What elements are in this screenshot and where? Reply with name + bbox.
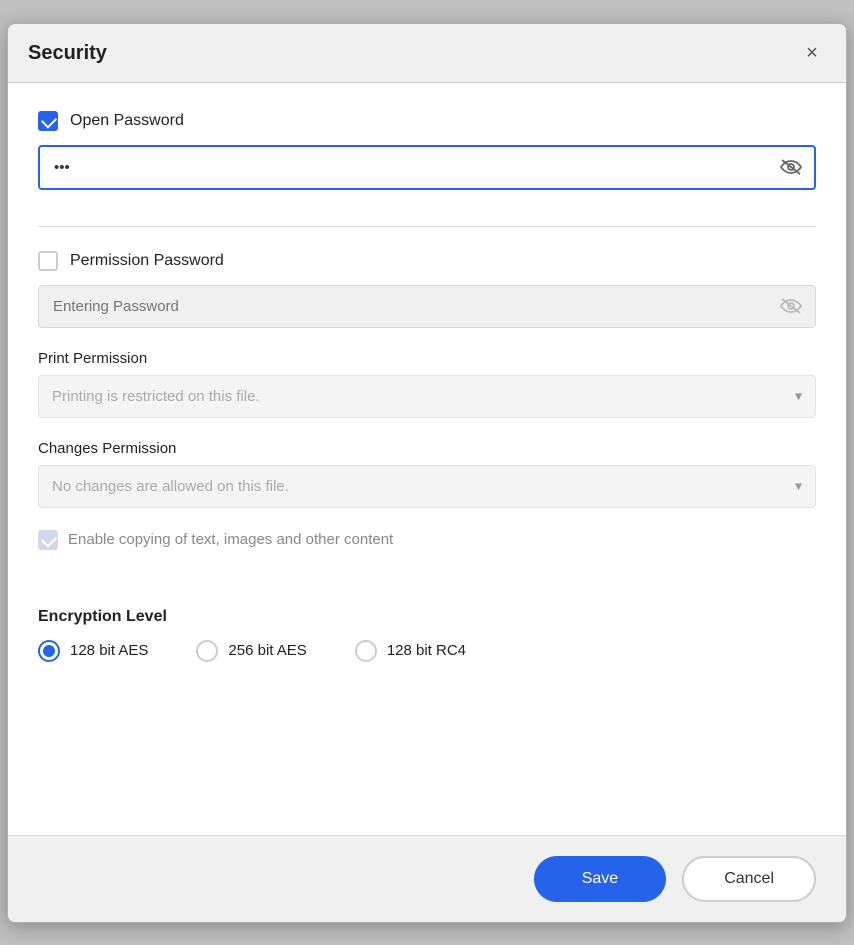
radio-label-256aes: 256 bit AES	[228, 642, 306, 659]
permission-fields: Print Permission ▾ Printing is restricte…	[38, 350, 816, 550]
security-dialog: Security × Open Password	[7, 23, 847, 923]
encryption-radio-group: 128 bit AES 256 bit AES 128 bit RC4	[38, 640, 816, 662]
open-password-input[interactable]	[38, 145, 816, 190]
changes-permission-select-wrapper: ▾ No changes are allowed on this file.	[38, 465, 816, 508]
open-password-input-wrapper	[38, 145, 816, 190]
open-password-toggle[interactable]	[780, 159, 802, 175]
section-divider	[38, 226, 816, 227]
radio-input-128rc4[interactable]	[355, 640, 377, 662]
eye-closed-icon	[780, 159, 802, 175]
changes-permission-label: Changes Permission	[38, 440, 816, 457]
dialog-footer: Save Cancel	[8, 835, 846, 922]
radio-input-256aes[interactable]	[196, 640, 218, 662]
enable-copy-label: Enable copying of text, images and other…	[68, 531, 393, 548]
enable-copy-checkbox	[38, 530, 58, 550]
cancel-button[interactable]: Cancel	[682, 856, 816, 902]
permission-password-toggle	[780, 298, 802, 314]
eye-closed-icon-2	[780, 298, 802, 314]
print-permission-select-wrapper: ▾ Printing is restricted on this file.	[38, 375, 816, 418]
radio-label-128aes: 128 bit AES	[70, 642, 148, 659]
dialog-body: Open Password Permission Password	[8, 83, 846, 835]
print-permission-label: Print Permission	[38, 350, 816, 367]
open-password-section: Open Password	[38, 111, 816, 190]
print-permission-wrapper: Print Permission ▾ Printing is restricte…	[38, 350, 816, 418]
changes-permission-select	[38, 465, 816, 508]
radio-input-128aes[interactable]	[38, 640, 60, 662]
permission-password-checkbox[interactable]	[38, 251, 58, 271]
radio-128rc4[interactable]: 128 bit RC4	[355, 640, 466, 662]
permission-password-section: Permission Password Print Permission	[38, 251, 816, 580]
permission-password-input	[38, 285, 816, 328]
close-button[interactable]: ×	[798, 40, 826, 68]
permission-password-label[interactable]: Permission Password	[70, 252, 224, 270]
save-button[interactable]: Save	[534, 856, 666, 902]
enable-copy-row: Enable copying of text, images and other…	[38, 530, 816, 550]
print-permission-select	[38, 375, 816, 418]
encryption-title: Encryption Level	[38, 608, 816, 626]
radio-256aes[interactable]: 256 bit AES	[196, 640, 306, 662]
open-password-row: Open Password	[38, 111, 816, 131]
dialog-title: Security	[28, 42, 107, 65]
permission-password-input-wrapper	[38, 285, 816, 328]
dialog-header: Security ×	[8, 24, 846, 83]
radio-128aes[interactable]: 128 bit AES	[38, 640, 148, 662]
encryption-section: Encryption Level 128 bit AES 256 bit AES…	[38, 608, 816, 662]
changes-permission-wrapper: Changes Permission ▾ No changes are allo…	[38, 440, 816, 508]
radio-label-128rc4: 128 bit RC4	[387, 642, 466, 659]
open-password-checkbox[interactable]	[38, 111, 58, 131]
open-password-label[interactable]: Open Password	[70, 112, 184, 130]
permission-password-row: Permission Password	[38, 251, 816, 271]
